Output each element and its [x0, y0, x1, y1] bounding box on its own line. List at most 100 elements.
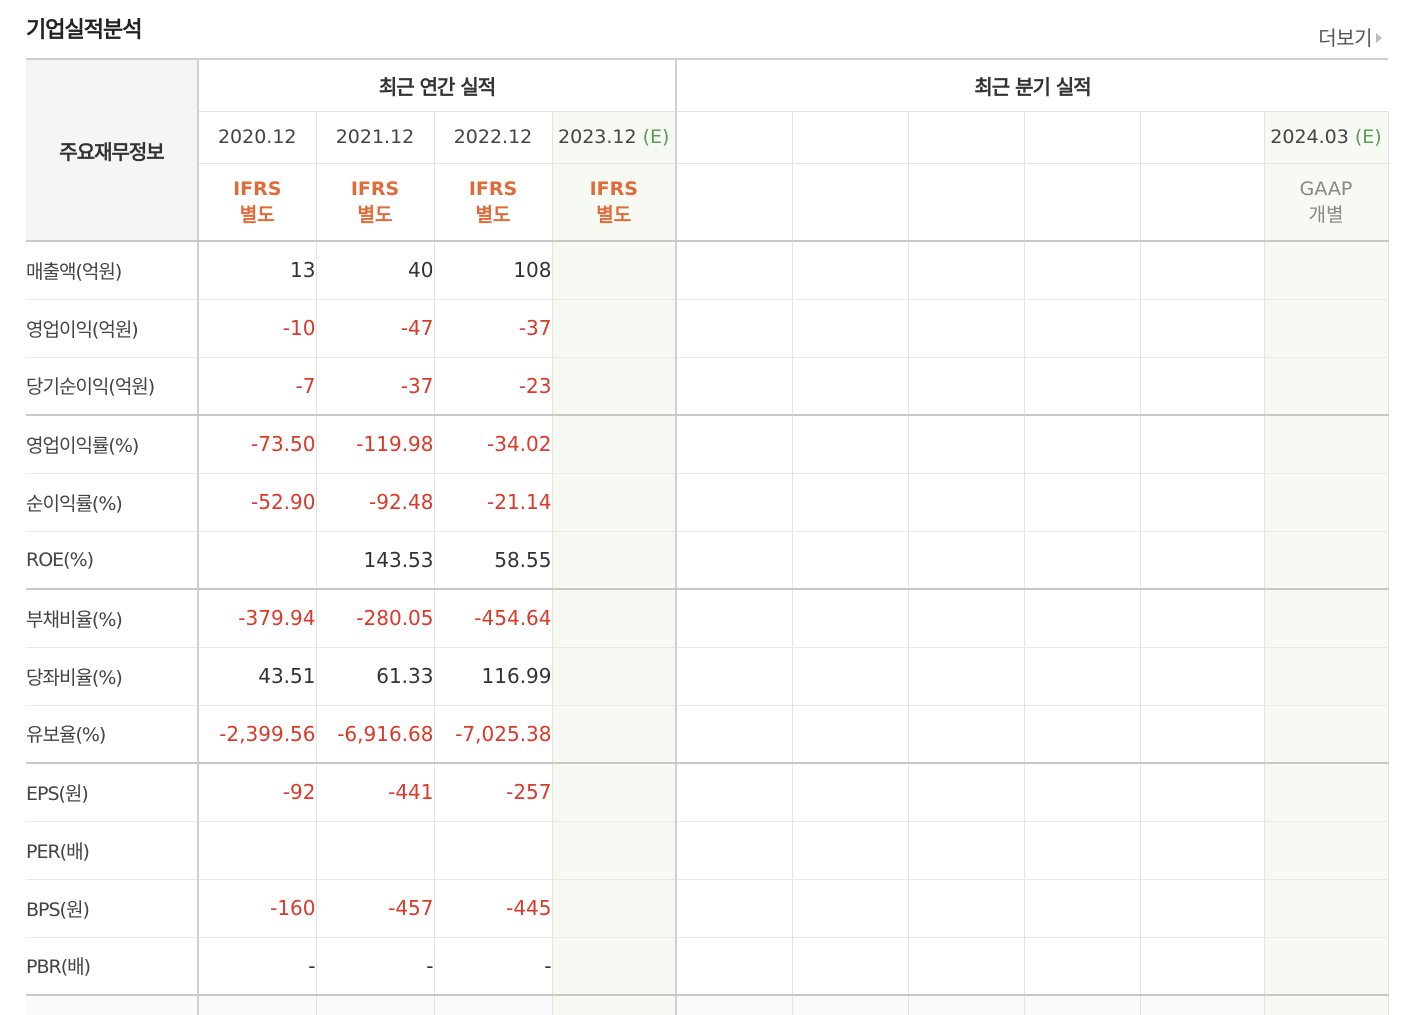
value-cell — [676, 589, 793, 648]
value-cell — [1264, 241, 1389, 300]
value-cell — [198, 531, 317, 590]
value-cell — [1024, 415, 1141, 474]
table-row: 영업이익률(%) -73.50 -119.98 -34.02 — [26, 415, 1389, 474]
value-cell — [1024, 995, 1141, 1015]
value-cell — [1264, 473, 1389, 532]
period-header — [792, 111, 909, 164]
period-header: 2022.12 — [434, 111, 553, 164]
value-cell — [1264, 821, 1389, 880]
value-cell — [792, 647, 909, 706]
value-cell — [1024, 763, 1141, 822]
accounting-standard-name: IFRS — [233, 177, 282, 200]
value-cell — [1264, 879, 1389, 938]
row-label: 순이익률(%) — [26, 473, 199, 532]
value-cell — [1024, 821, 1141, 880]
table-row: EPS(원) -92 -441 -257 — [26, 763, 1389, 822]
value-cell — [552, 473, 677, 532]
value-cell — [552, 763, 677, 822]
value-cell — [676, 473, 793, 532]
value-cell: -47 — [316, 299, 435, 358]
table-row: PBR(배) - - - — [26, 937, 1389, 996]
row-label: EPS(원) — [26, 763, 199, 822]
value-cell — [434, 821, 553, 880]
value-cell — [792, 473, 909, 532]
value-cell: -37 — [434, 299, 553, 358]
value-cell — [908, 241, 1025, 300]
value-cell — [676, 763, 793, 822]
more-link[interactable]: 더보기 — [1318, 22, 1382, 51]
estimate-badge: (E) — [1348, 126, 1382, 148]
row-header-label: 주요재무정보 — [26, 58, 199, 242]
value-cell — [792, 357, 909, 416]
value-cell — [552, 705, 677, 764]
accounting-standard-name: IFRS — [468, 177, 518, 200]
value-cell — [1024, 647, 1141, 706]
accounting-standard — [1024, 163, 1141, 242]
value-cell: -52.90 — [198, 473, 317, 532]
period-label: 2023.12 — [558, 126, 637, 148]
row-label: 부채비율(%) — [26, 589, 199, 648]
value-cell — [1140, 415, 1265, 474]
value-cell: -23 — [434, 357, 553, 416]
value-cell — [1264, 589, 1389, 648]
table-row: 부채비율(%) -379.94 -280.05 -454.64 — [26, 589, 1389, 648]
value-cell — [908, 705, 1025, 764]
period-header — [1140, 111, 1265, 164]
annual-group-header: 최근 연간 실적 — [198, 58, 677, 112]
value-cell — [908, 589, 1025, 648]
section-title: 기업실적분석 — [26, 18, 142, 43]
value-cell — [552, 531, 677, 590]
value-cell: -7,025.38 — [434, 705, 553, 764]
period-header — [1024, 111, 1141, 164]
value-cell — [1264, 357, 1389, 416]
financial-table: 주요재무정보 최근 연간 실적 최근 분기 실적 2020.12 2021.12 2… — [26, 58, 1389, 1015]
row-label: 매출액(억원) — [26, 241, 199, 300]
value-cell — [1024, 241, 1141, 300]
row-label: PBR(배) — [26, 937, 199, 996]
value-cell — [792, 879, 909, 938]
value-cell — [1140, 531, 1265, 590]
period-header: 2024.03 (E) — [1264, 111, 1389, 164]
value-cell — [1024, 589, 1141, 648]
table-row: 영업이익(억원) -10 -47 -37 — [26, 299, 1389, 358]
value-cell — [1140, 241, 1265, 300]
value-cell — [908, 821, 1025, 880]
value-cell: -457 — [316, 879, 435, 938]
value-cell — [1140, 357, 1265, 416]
value-cell — [908, 531, 1025, 590]
value-cell: 61.33 — [316, 647, 435, 706]
table-row: PER(배) — [26, 821, 1389, 880]
value-cell — [1140, 589, 1265, 648]
value-cell — [1024, 705, 1141, 764]
value-cell: -257 — [434, 763, 553, 822]
accounting-standard — [676, 163, 793, 242]
value-cell: - — [434, 937, 553, 996]
value-cell: -2,399.56 — [198, 705, 317, 764]
value-cell — [1264, 937, 1389, 996]
value-cell — [676, 705, 793, 764]
value-cell: -7 — [198, 357, 317, 416]
accounting-standard: IFRS 별도 — [552, 163, 677, 242]
accounting-standard: IFRS 별도 — [316, 163, 435, 242]
value-cell — [1264, 299, 1389, 358]
value-cell — [1024, 531, 1141, 590]
more-link-label: 더보기 — [1318, 26, 1372, 50]
row-label: PER(배) — [26, 821, 199, 880]
accounting-standard — [792, 163, 909, 242]
value-cell — [552, 821, 677, 880]
value-cell — [676, 299, 793, 358]
table-row: 순이익률(%) -52.90 -92.48 -21.14 — [26, 473, 1389, 532]
accounting-standard-type: 별도 — [357, 203, 393, 226]
accounting-standard-type: 별도 — [596, 203, 632, 226]
value-cell — [552, 879, 677, 938]
value-cell — [552, 647, 677, 706]
value-cell — [1140, 995, 1265, 1015]
value-cell — [908, 763, 1025, 822]
value-cell — [676, 879, 793, 938]
value-cell — [1264, 705, 1389, 764]
accounting-standard: IFRS 별도 — [434, 163, 553, 242]
value-cell: -119.98 — [316, 415, 435, 474]
table-row: 당좌비율(%) 43.51 61.33 116.99 — [26, 647, 1389, 706]
value-cell — [1024, 357, 1141, 416]
table-row: 당기순이익(억원) -7 -37 -23 — [26, 357, 1389, 416]
